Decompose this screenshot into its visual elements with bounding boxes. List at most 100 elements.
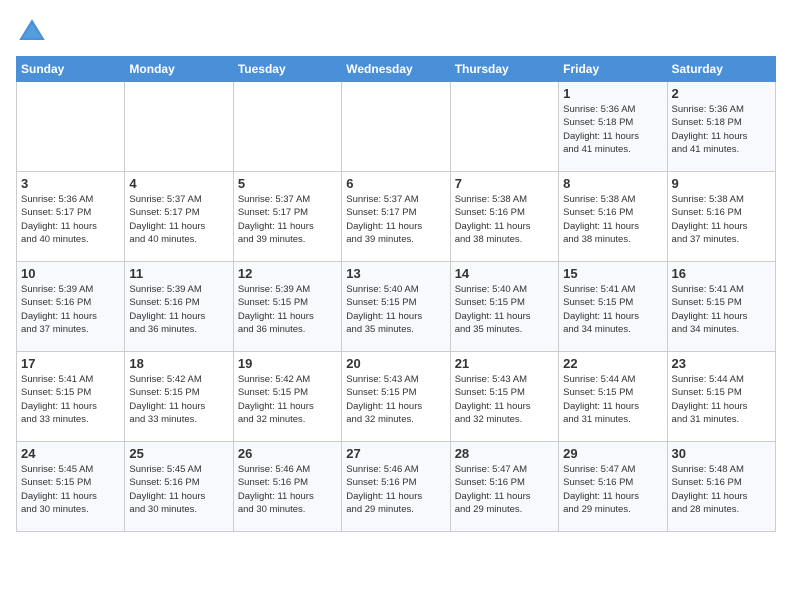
day-info: Sunrise: 5:45 AM Sunset: 5:16 PM Dayligh…: [129, 463, 228, 516]
calendar-cell: 16 Sunrise: 5:41 AM Sunset: 5:15 PM Dayli…: [667, 262, 775, 352]
calendar-week-4: 17 Sunrise: 5:41 AM Sunset: 5:15 PM Dayli…: [17, 352, 776, 442]
day-number: 22: [563, 356, 662, 371]
calendar-cell: 1Sunrise: 5:36 AM Sunset: 5:18 PM Daylig…: [559, 82, 667, 172]
day-number: 26: [238, 446, 337, 461]
day-info: Sunrise: 5:43 AM Sunset: 5:15 PM Dayligh…: [455, 373, 554, 426]
calendar-cell: [125, 82, 233, 172]
day-info: Sunrise: 5:37 AM Sunset: 5:17 PM Dayligh…: [346, 193, 445, 246]
day-number: 11: [129, 266, 228, 281]
calendar-cell: 26 Sunrise: 5:46 AM Sunset: 5:16 PM Dayli…: [233, 442, 341, 532]
day-number: 10: [21, 266, 120, 281]
calendar-cell: 6 Sunrise: 5:37 AM Sunset: 5:17 PM Daylig…: [342, 172, 450, 262]
day-info: Sunrise: 5:40 AM Sunset: 5:15 PM Dayligh…: [455, 283, 554, 336]
calendar-cell: 12 Sunrise: 5:39 AM Sunset: 5:15 PM Dayli…: [233, 262, 341, 352]
calendar-cell: 20Sunrise: 5:43 AM Sunset: 5:15 PM Dayli…: [342, 352, 450, 442]
calendar-cell: 10 Sunrise: 5:39 AM Sunset: 5:16 PM Dayli…: [17, 262, 125, 352]
day-number: 23: [672, 356, 771, 371]
day-info: Sunrise: 5:38 AM Sunset: 5:16 PM Dayligh…: [455, 193, 554, 246]
day-number: 13: [346, 266, 445, 281]
day-number: 17: [21, 356, 120, 371]
day-info: Sunrise: 5:39 AM Sunset: 5:16 PM Dayligh…: [129, 283, 228, 336]
day-number: 3: [21, 176, 120, 191]
logo: [16, 16, 52, 48]
calendar-week-1: 1 Sunrise: 5:36 AM Sunset: 5:18 PM Daylig…: [17, 82, 776, 172]
day-number: 5: [238, 176, 337, 191]
calendar-cell: 3 Sunrise: 5:36 AM Sunset: 5:17 PM Daylig…: [17, 172, 125, 262]
calendar-week-5: 24 Sunrise: 5:45 AM Sunset: 5:15 PM Dayli…: [17, 442, 776, 532]
day-number: 2: [672, 86, 771, 101]
calendar-cell: 21Sunrise: 5:43 AM Sunset: 5:15 PM Dayli…: [450, 352, 558, 442]
calendar-cell: 9 Sunrise: 5:38 AM Sunset: 5:16 PM Daylig…: [667, 172, 775, 262]
day-info: Sunrise: 5:44 AM Sunset: 5:15 PM Dayligh…: [672, 373, 771, 426]
day-info: Sunrise: 5:37 AM Sunset: 5:17 PM Dayligh…: [129, 193, 228, 246]
calendar-header: Sunday Monday Tuesday Wednesday Thursday…: [17, 57, 776, 82]
day-info: Sunrise: 5:37 AM Sunset: 5:17 PM Dayligh…: [238, 193, 337, 246]
calendar-week-2: 3 Sunrise: 5:36 AM Sunset: 5:17 PM Daylig…: [17, 172, 776, 262]
col-tuesday: Tuesday: [233, 57, 341, 82]
day-number: 7: [455, 176, 554, 191]
calendar-cell: 7 Sunrise: 5:38 AM Sunset: 5:16 PM Daylig…: [450, 172, 558, 262]
calendar-cell: 13Sunrise: 5:40 AM Sunset: 5:15 PM Dayli…: [342, 262, 450, 352]
day-info: Sunrise: 5:38 AM Sunset: 5:16 PM Dayligh…: [563, 193, 662, 246]
calendar-body: 1 Sunrise: 5:36 AM Sunset: 5:18 PM Daylig…: [17, 82, 776, 532]
day-info: Sunrise: 5:47 AM Sunset: 5:16 PM Dayligh…: [563, 463, 662, 516]
calendar-cell: 24 Sunrise: 5:45 AM Sunset: 5:15 PM Dayli…: [17, 442, 125, 532]
day-info: Sunrise: 5:47 AM Sunset: 5:16 PM Dayligh…: [455, 463, 554, 516]
day-number: 27: [346, 446, 445, 461]
day-number: 12: [238, 266, 337, 281]
day-number: 6: [346, 176, 445, 191]
day-info: Sunrise: 5:41 AM Sunset: 5:15 PM Dayligh…: [21, 373, 120, 426]
day-info: Sunrise: 5:36 AM Sunset: 5:18 PM Dayligh…: [672, 103, 771, 156]
day-info: Sunrise: 5:46 AM Sunset: 5:16 PM Dayligh…: [238, 463, 337, 516]
day-number: 8: [563, 176, 662, 191]
calendar-cell: 27 Sunrise: 5:46 AM Sunset: 5:16 PM Dayli…: [342, 442, 450, 532]
header-row: Sunday Monday Tuesday Wednesday Thursday…: [17, 57, 776, 82]
day-info: Sunrise: 5:43 AM Sunset: 5:15 PM Dayligh…: [346, 373, 445, 426]
day-info: Sunrise: 5:45 AM Sunset: 5:15 PM Dayligh…: [21, 463, 120, 516]
calendar-cell: 2 Sunrise: 5:36 AM Sunset: 5:18 PM Daylig…: [667, 82, 775, 172]
calendar-cell: 4 Sunrise: 5:37 AM Sunset: 5:17 PM Daylig…: [125, 172, 233, 262]
calendar-cell: [17, 82, 125, 172]
day-number: 15: [563, 266, 662, 281]
calendar-cell: 29Sunrise: 5:47 AM Sunset: 5:16 PM Dayli…: [559, 442, 667, 532]
day-number: 4: [129, 176, 228, 191]
calendar-cell: [450, 82, 558, 172]
day-info: Sunrise: 5:39 AM Sunset: 5:15 PM Dayligh…: [238, 283, 337, 336]
col-monday: Monday: [125, 57, 233, 82]
day-info: Sunrise: 5:46 AM Sunset: 5:16 PM Dayligh…: [346, 463, 445, 516]
day-info: Sunrise: 5:41 AM Sunset: 5:15 PM Dayligh…: [672, 283, 771, 336]
calendar-cell: 18 Sunrise: 5:42 AM Sunset: 5:15 PM Dayli…: [125, 352, 233, 442]
calendar-week-3: 10 Sunrise: 5:39 AM Sunset: 5:16 PM Dayli…: [17, 262, 776, 352]
calendar-cell: 5 Sunrise: 5:37 AM Sunset: 5:17 PM Daylig…: [233, 172, 341, 262]
calendar-cell: 25Sunrise: 5:45 AM Sunset: 5:16 PM Dayli…: [125, 442, 233, 532]
calendar-cell: 11 Sunrise: 5:39 AM Sunset: 5:16 PM Dayli…: [125, 262, 233, 352]
calendar-cell: 22 Sunrise: 5:44 AM Sunset: 5:15 PM Dayli…: [559, 352, 667, 442]
calendar-cell: 23 Sunrise: 5:44 AM Sunset: 5:15 PM Dayli…: [667, 352, 775, 442]
day-info: Sunrise: 5:36 AM Sunset: 5:17 PM Dayligh…: [21, 193, 120, 246]
calendar-table: Sunday Monday Tuesday Wednesday Thursday…: [16, 56, 776, 532]
calendar-cell: 8 Sunrise: 5:38 AM Sunset: 5:16 PM Daylig…: [559, 172, 667, 262]
day-number: 30: [672, 446, 771, 461]
calendar-cell: 17 Sunrise: 5:41 AM Sunset: 5:15 PM Dayli…: [17, 352, 125, 442]
day-number: 14: [455, 266, 554, 281]
day-number: 9: [672, 176, 771, 191]
day-info: Sunrise: 5:38 AM Sunset: 5:16 PM Dayligh…: [672, 193, 771, 246]
col-saturday: Saturday: [667, 57, 775, 82]
day-info: Sunrise: 5:39 AM Sunset: 5:16 PM Dayligh…: [21, 283, 120, 336]
calendar-cell: [342, 82, 450, 172]
calendar-cell: 19Sunrise: 5:42 AM Sunset: 5:15 PM Dayli…: [233, 352, 341, 442]
calendar-cell: 30Sunrise: 5:48 AM Sunset: 5:16 PM Dayli…: [667, 442, 775, 532]
calendar-cell: 15Sunrise: 5:41 AM Sunset: 5:15 PM Dayli…: [559, 262, 667, 352]
day-number: 1: [563, 86, 662, 101]
day-info: Sunrise: 5:44 AM Sunset: 5:15 PM Dayligh…: [563, 373, 662, 426]
day-number: 24: [21, 446, 120, 461]
day-info: Sunrise: 5:42 AM Sunset: 5:15 PM Dayligh…: [238, 373, 337, 426]
day-number: 28: [455, 446, 554, 461]
day-number: 18: [129, 356, 228, 371]
col-wednesday: Wednesday: [342, 57, 450, 82]
calendar-cell: [233, 82, 341, 172]
day-info: Sunrise: 5:42 AM Sunset: 5:15 PM Dayligh…: [129, 373, 228, 426]
day-number: 16: [672, 266, 771, 281]
col-friday: Friday: [559, 57, 667, 82]
page-header: [16, 16, 776, 48]
